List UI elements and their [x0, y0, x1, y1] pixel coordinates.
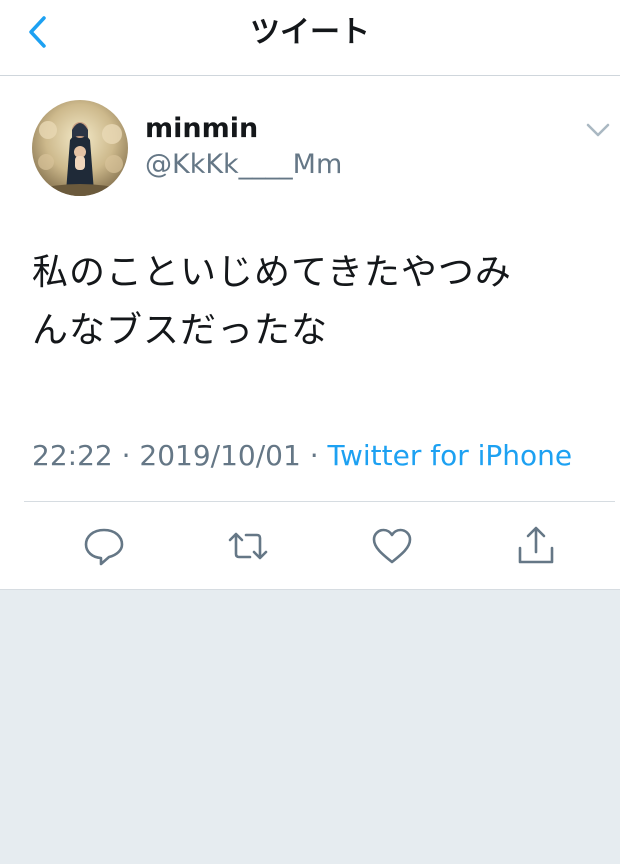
reply-icon[interactable] — [82, 524, 126, 568]
tweet-time: 22:22 — [32, 439, 113, 472]
tweet-text-line: んなブスだったな — [32, 310, 329, 351]
meta-separator: · — [300, 439, 328, 472]
divider — [24, 501, 615, 502]
tweet-card: minmin @KkKk____Mm 私のこといじめてきたやつみ んなブスだった… — [0, 76, 620, 590]
tweet-date: 2019/10/01 — [139, 439, 301, 472]
heart-icon[interactable] — [370, 524, 414, 568]
retweet-icon[interactable] — [226, 524, 270, 568]
meta-separator: · — [112, 439, 140, 472]
tweet-meta: 22:22 · 2019/10/01 · Twitter for iPhone — [32, 438, 572, 474]
chevron-down-icon[interactable] — [584, 120, 612, 140]
avatar[interactable] — [32, 100, 128, 196]
tweet-text: 私のこといじめてきたやつみ んなブスだったな — [32, 244, 592, 360]
tweet-detail-screen: ツイート minmin @KkKk____Mm 私のこといじめてきたやつみ んな… — [0, 0, 620, 864]
share-icon[interactable] — [514, 524, 558, 568]
tweet-source-link[interactable]: Twitter for iPhone — [328, 439, 573, 472]
user-handle[interactable]: @KkKk____Mm — [145, 148, 342, 182]
page-title: ツイート — [250, 15, 370, 50]
tweet-text-line: 私のこといじめてきたやつみ — [32, 252, 512, 293]
navigation-bar: ツイート — [0, 0, 620, 76]
display-name[interactable]: minmin — [145, 112, 258, 146]
